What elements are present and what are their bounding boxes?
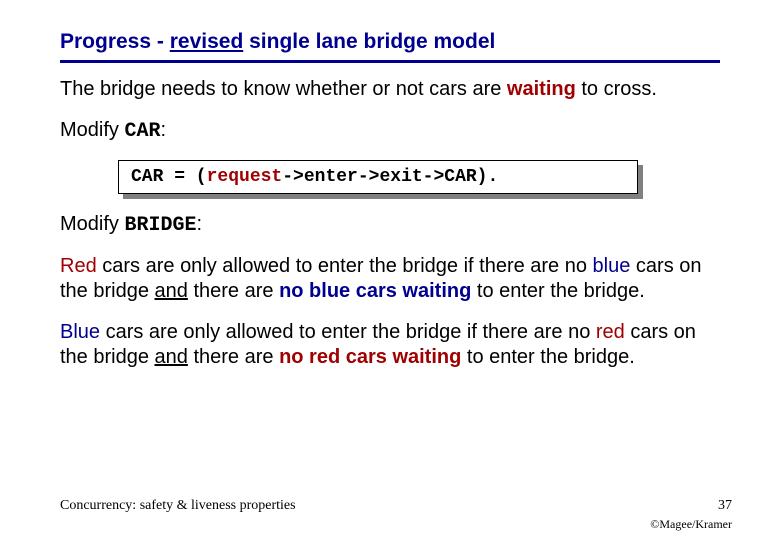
r1: Red	[60, 255, 97, 277]
b6: there are	[188, 346, 279, 368]
modify-car-colon: :	[160, 119, 166, 141]
blue-rule-paragraph: Blue cars are only allowed to enter the …	[60, 320, 720, 370]
intro-text-a: The bridge needs to know whether or not …	[60, 78, 507, 100]
title-rule	[60, 60, 720, 63]
r3: blue	[593, 255, 631, 277]
b7: no red cars waiting	[279, 346, 461, 368]
modify-car-code: CAR	[124, 120, 160, 143]
b3: red	[596, 321, 625, 343]
red-rule-paragraph: Red cars are only allowed to enter the b…	[60, 254, 720, 304]
modify-bridge-colon: :	[196, 213, 202, 235]
code-box-content: CAR = (request->enter->exit->CAR).	[118, 160, 638, 194]
slide-body: The bridge needs to know whether or not …	[60, 77, 720, 370]
b8: to enter the bridge.	[461, 346, 634, 368]
r7: no blue cars waiting	[279, 280, 471, 302]
modify-car-line: Modify CAR:	[60, 118, 720, 144]
b5: and	[155, 346, 188, 368]
title-underlined: revised	[170, 30, 244, 53]
modify-bridge-a: Modify	[60, 213, 124, 235]
page-number: 37	[718, 498, 732, 514]
title-pre: Progress -	[60, 30, 170, 53]
r2: cars are only allowed to enter the bridg…	[97, 255, 593, 277]
slide: Progress - revised single lane bridge mo…	[0, 0, 780, 540]
title-post: single lane bridge model	[243, 30, 495, 53]
slide-title: Progress - revised single lane bridge mo…	[60, 30, 720, 54]
modify-bridge-line: Modify BRIDGE:	[60, 212, 720, 238]
modify-bridge-code: BRIDGE	[124, 214, 196, 237]
intro-waiting: waiting	[507, 78, 576, 100]
modify-car-a: Modify	[60, 119, 124, 141]
footer: Concurrency: safety & liveness propertie…	[60, 498, 732, 514]
code-request: request	[207, 167, 283, 187]
b2: cars are only allowed to enter the bridg…	[100, 321, 596, 343]
code-a: CAR = (	[131, 167, 207, 187]
intro-paragraph: The bridge needs to know whether or not …	[60, 77, 720, 102]
r6: there are	[188, 280, 279, 302]
code-b: ->enter->exit->CAR).	[282, 167, 498, 187]
copyright: ©Magee/Kramer	[650, 517, 732, 532]
r8: to enter the bridge.	[471, 280, 644, 302]
intro-text-c: to cross.	[576, 78, 657, 100]
footer-left: Concurrency: safety & liveness propertie…	[60, 498, 296, 514]
r5: and	[155, 280, 188, 302]
b1: Blue	[60, 321, 100, 343]
code-box: CAR = (request->enter->exit->CAR).	[118, 160, 638, 194]
